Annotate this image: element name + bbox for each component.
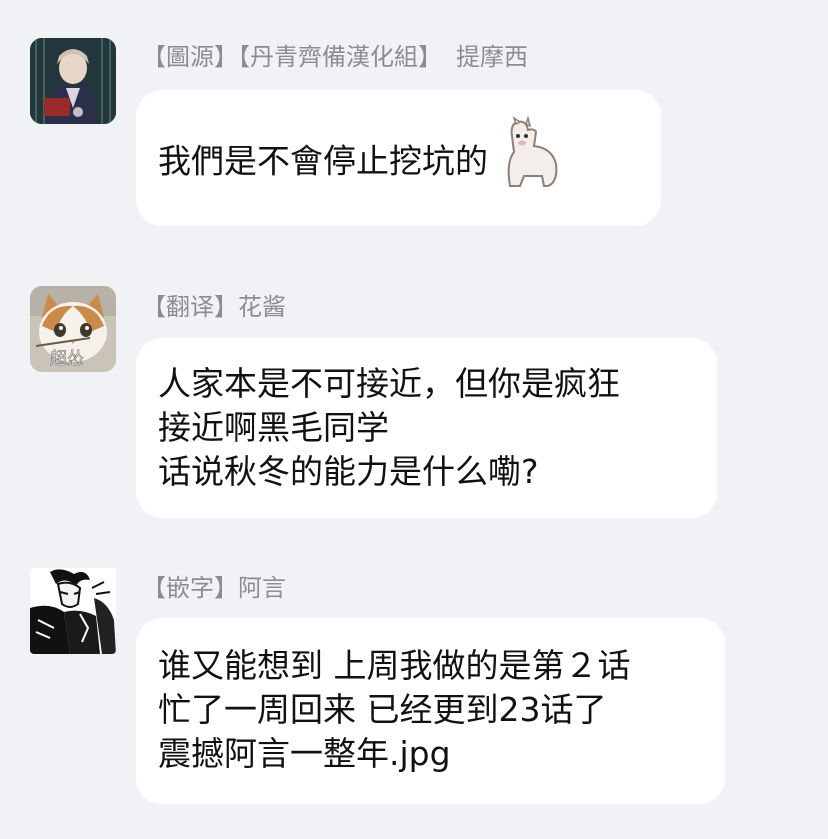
- message-bubble[interactable]: 人家本是不可接近，但你是疯狂 接近啊黑毛同学 话说秋冬的能力是什么嘞?: [136, 338, 717, 518]
- sender-nickname: 阿言: [238, 574, 286, 602]
- message-bubble[interactable]: 我們是不會停止挖坑的: [136, 90, 661, 226]
- sender-nickname: 提摩西: [456, 43, 528, 71]
- message-line: 震撼阿言一整年.jpg: [158, 734, 451, 773]
- sender-role: 【圖源】【丹青齊備漢化組】: [142, 43, 442, 71]
- sender-name: 【圖源】【丹青齊備漢化組】 提摩西: [142, 37, 528, 72]
- message-line: 谁又能想到 上周我做的是第２话: [158, 646, 631, 685]
- alpaca-emoji-icon: [496, 115, 562, 192]
- anime-boy-avatar-icon[interactable]: [30, 38, 116, 124]
- sender-role: 【翻译】: [142, 293, 238, 321]
- manga-character-avatar-icon[interactable]: [30, 568, 116, 654]
- message-line: 我們是不會停止挖坑的: [158, 115, 639, 192]
- sender-name: 【嵌字】阿言: [142, 568, 286, 603]
- message-line: 接近啊黑毛同学: [158, 408, 389, 447]
- message-text: 我們是不會停止挖坑的: [158, 141, 488, 181]
- message-line: 忙了一周回来 已经更到23话了: [158, 690, 607, 729]
- sender-role: 【嵌字】: [142, 574, 238, 602]
- cat-avatar-icon[interactable]: 超怂: [30, 286, 116, 372]
- message-line: 人家本是不可接近，但你是疯狂: [158, 364, 620, 403]
- sender-name: 【翻译】花酱: [142, 287, 286, 322]
- avatar-caption: 超怂: [50, 349, 84, 369]
- message-line: 话说秋冬的能力是什么嘞?: [158, 452, 539, 491]
- sender-nickname: 花酱: [238, 293, 286, 321]
- message-bubble[interactable]: 谁又能想到 上周我做的是第２话 忙了一周回来 已经更到23话了 震撼阿言一整年.…: [136, 618, 725, 804]
